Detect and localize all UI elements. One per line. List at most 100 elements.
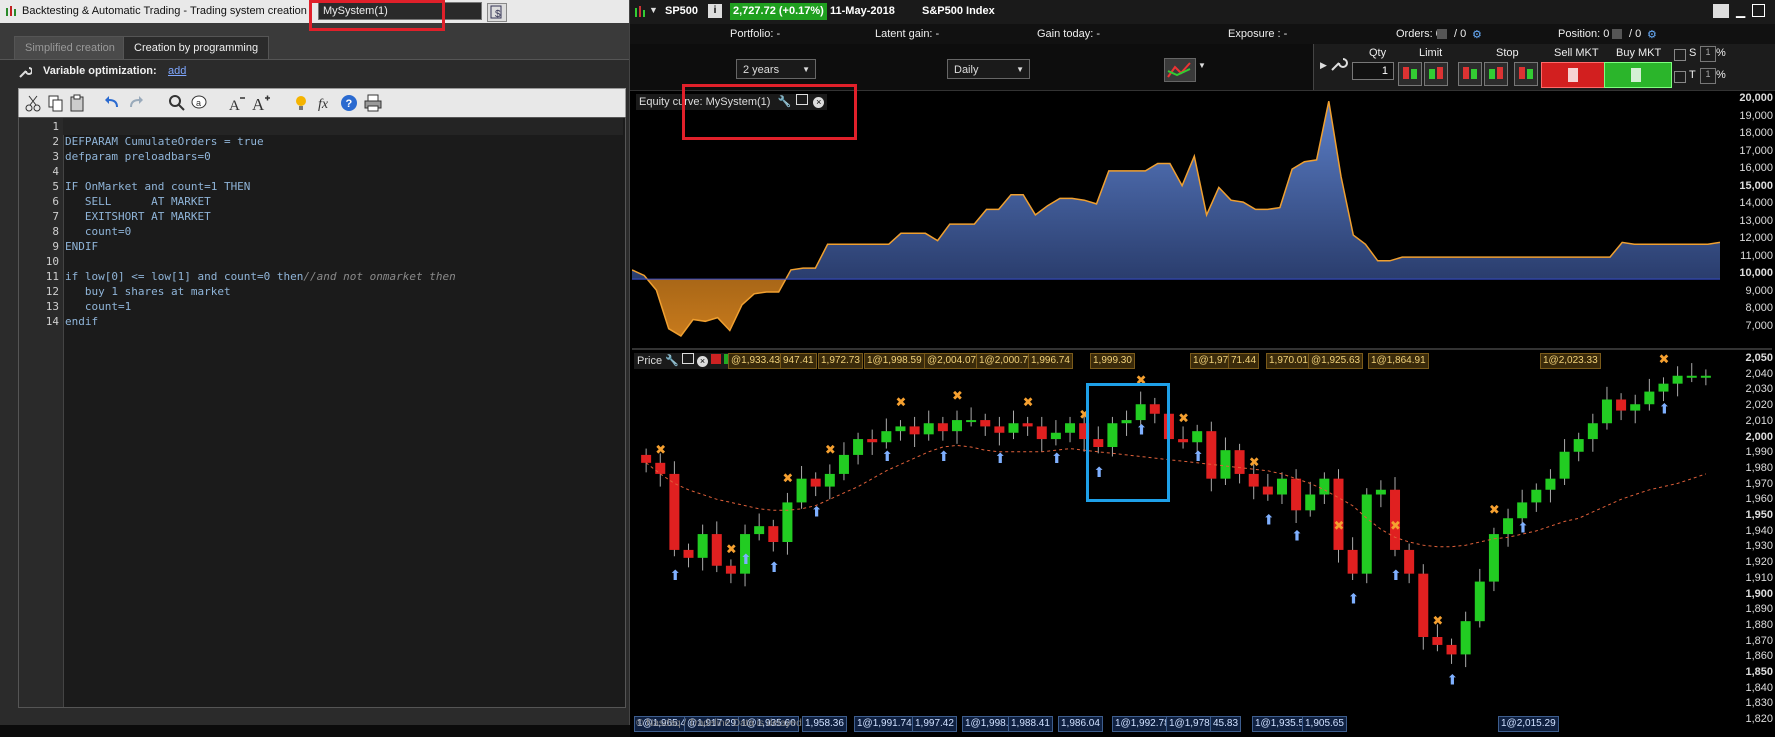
trade-tag[interactable]: 1@2,023.33 bbox=[1540, 353, 1601, 369]
candle bbox=[1545, 469, 1556, 503]
find-replace-icon[interactable]: a bbox=[189, 93, 209, 113]
trade-tag[interactable]: 1,986.04 bbox=[1058, 716, 1103, 732]
sell-market-button[interactable] bbox=[1541, 62, 1609, 88]
tab-simplified-creation[interactable]: Simplified creation bbox=[14, 36, 126, 59]
limit-buy-button[interactable] bbox=[1424, 62, 1448, 86]
orders-close-icon[interactable] bbox=[1437, 29, 1447, 39]
add-variable-link[interactable]: add bbox=[168, 65, 186, 77]
s-percent-input[interactable]: 1 bbox=[1700, 46, 1716, 62]
stop-limit-button[interactable] bbox=[1514, 62, 1538, 86]
trade-tag[interactable]: 1@1,864.91 bbox=[1368, 353, 1429, 369]
sell-orders-toggle-icon[interactable] bbox=[711, 354, 722, 364]
system-settings-icon[interactable]: $ bbox=[487, 3, 507, 22]
trade-tag[interactable]: 1@2,015.29 bbox=[1498, 716, 1559, 732]
t-checkbox[interactable] bbox=[1674, 71, 1686, 83]
minimize-icon[interactable]: ▁ bbox=[1736, 4, 1745, 18]
decrease-font-icon[interactable]: A bbox=[227, 93, 247, 114]
indicators-icon[interactable] bbox=[1164, 58, 1196, 82]
trade-tag[interactable]: 1@1,998.59 bbox=[864, 353, 925, 369]
equity-axis-tick: 13,000 bbox=[1739, 214, 1773, 227]
trade-tag[interactable]: 45.83 bbox=[1210, 716, 1242, 732]
trade-tag[interactable]: 1,958.36 bbox=[802, 716, 847, 732]
s-checkbox[interactable] bbox=[1674, 49, 1686, 61]
trade-tag[interactable]: 1,999.30 bbox=[1090, 353, 1135, 369]
chevron-down-icon: ▼ bbox=[802, 65, 810, 74]
search-icon[interactable] bbox=[167, 93, 187, 113]
function-icon[interactable]: fx bbox=[315, 93, 335, 113]
candle bbox=[1686, 363, 1697, 383]
trade-tag[interactable]: @2,004.07 bbox=[924, 353, 980, 369]
quantity-input[interactable]: 1 bbox=[1352, 62, 1394, 80]
undo-icon[interactable] bbox=[103, 93, 123, 113]
trade-tag[interactable]: 71.44 bbox=[1228, 353, 1260, 369]
trade-tag[interactable]: 1,997.42 bbox=[912, 716, 957, 732]
candle bbox=[1206, 421, 1217, 492]
buy-market-button[interactable] bbox=[1604, 62, 1672, 88]
candle-body bbox=[1630, 404, 1641, 411]
candle bbox=[1616, 393, 1627, 421]
period-select[interactable]: 2 years ▼ bbox=[736, 59, 816, 79]
info-icon[interactable]: i bbox=[708, 4, 722, 18]
price-close-icon[interactable]: × bbox=[696, 356, 708, 367]
buy-arrow-icon: ⬆ bbox=[1348, 592, 1360, 608]
interval-select[interactable]: Daily ▼ bbox=[947, 59, 1030, 79]
code-line: IF OnMarket and count=1 THEN bbox=[65, 180, 251, 193]
stop-buy-button[interactable] bbox=[1484, 62, 1508, 86]
limit-sell-button[interactable] bbox=[1398, 62, 1422, 86]
price-label: Price bbox=[637, 355, 663, 367]
price-axis-tick: 1,970 bbox=[1745, 477, 1773, 490]
trade-tag[interactable]: 1,970.01 bbox=[1266, 353, 1311, 369]
candle bbox=[1404, 543, 1415, 584]
trade-tag[interactable]: 1,905.65 bbox=[1302, 716, 1347, 732]
price-axis-tick: 1,850 bbox=[1745, 666, 1773, 678]
increase-font-icon[interactable]: A bbox=[251, 93, 271, 114]
tab-creation-by-programming[interactable]: Creation by programming bbox=[123, 36, 270, 59]
trade-tag[interactable]: 947.41 bbox=[780, 353, 817, 369]
order-settings-wrench-icon[interactable] bbox=[1328, 54, 1348, 74]
candle-body bbox=[782, 502, 793, 542]
candle bbox=[923, 410, 934, 441]
print-icon[interactable] bbox=[363, 93, 383, 113]
help-icon[interactable]: ? bbox=[339, 93, 359, 113]
candle bbox=[683, 543, 694, 568]
trade-tag[interactable]: 1@1,991.74 bbox=[854, 716, 915, 732]
candle bbox=[951, 410, 962, 444]
sell-cross-icon: ✖ bbox=[1658, 353, 1669, 368]
stop-sell-button[interactable] bbox=[1458, 62, 1482, 86]
price-maximize-icon[interactable] bbox=[681, 353, 694, 364]
trade-tag[interactable]: @1,925.63 bbox=[1308, 353, 1364, 369]
keyboard-icon[interactable] bbox=[1713, 4, 1729, 18]
candle-body bbox=[1022, 423, 1033, 427]
idea-icon[interactable] bbox=[291, 93, 311, 113]
redo-icon[interactable] bbox=[125, 93, 145, 113]
trade-tag[interactable]: 1,988.41 bbox=[1008, 716, 1053, 732]
price-settings-wrench-icon[interactable]: 🔧 bbox=[665, 355, 679, 367]
candle bbox=[1390, 477, 1401, 557]
t-label: T bbox=[1689, 69, 1696, 81]
trade-tag[interactable]: @1,933.43 bbox=[728, 353, 784, 369]
trade-tag[interactable]: 1,996.74 bbox=[1028, 353, 1073, 369]
trade-tag[interactable]: 1@1,992.78 bbox=[1112, 716, 1173, 732]
position-close-icon[interactable] bbox=[1612, 29, 1622, 39]
chevron-down-icon: ▼ bbox=[1016, 65, 1024, 74]
orders-gear-icon[interactable]: ⚙ bbox=[1472, 28, 1482, 41]
paste-icon[interactable] bbox=[67, 93, 87, 113]
maximize-icon[interactable] bbox=[1752, 4, 1765, 17]
t-percent-input[interactable]: 1 bbox=[1700, 68, 1716, 84]
collapse-order-panel-icon[interactable]: ▶ bbox=[1320, 60, 1327, 71]
trade-tag[interactable]: 1,972.73 bbox=[818, 353, 863, 369]
cut-icon[interactable] bbox=[23, 93, 43, 113]
copy-icon[interactable] bbox=[45, 93, 65, 113]
equity-axis-tick: 8,000 bbox=[1745, 302, 1773, 314]
line-number: 4 bbox=[52, 165, 59, 178]
equity-axis-tick: 18,000 bbox=[1739, 127, 1773, 139]
candle bbox=[1375, 480, 1386, 508]
candle-body bbox=[1008, 423, 1019, 433]
system-name-highlight bbox=[309, 0, 445, 31]
position-gear-icon[interactable]: ⚙ bbox=[1647, 28, 1657, 41]
indicators-dropdown-icon[interactable]: ▼ bbox=[1198, 61, 1206, 70]
symbol-name[interactable]: SP500 bbox=[665, 5, 698, 17]
code-line: DEFPARAM CumulateOrders = true bbox=[65, 135, 264, 148]
code-editor[interactable]: 1 2 3 4 5 6 7 8 9 10 11 12 13 14 DEFPARAM CumulateOrd… bbox=[18, 117, 626, 708]
symbol-dropdown-icon[interactable]: ▼ bbox=[649, 5, 658, 15]
